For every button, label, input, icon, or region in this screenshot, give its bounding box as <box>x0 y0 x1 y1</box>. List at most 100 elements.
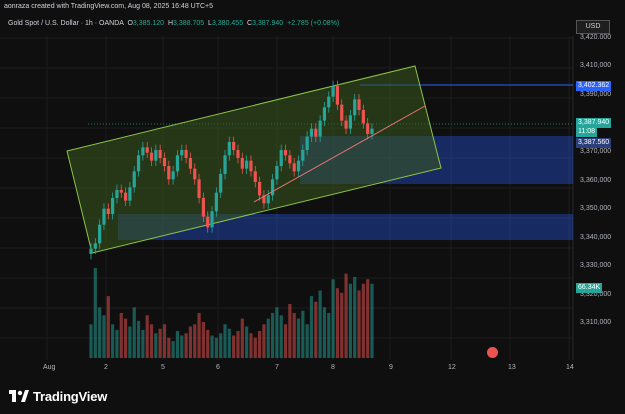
symbol-name[interactable]: Gold Spot / U.S. Dollar · 1h · OANDA <box>8 20 124 27</box>
tradingview-logo[interactable]: TradingView <box>9 389 107 404</box>
candle-body <box>119 190 123 193</box>
author-label: aonraza created with TradingView.com, Au… <box>4 3 214 10</box>
tradingview-logo-icon <box>9 389 29 404</box>
time-tick-label: Aug <box>43 364 56 371</box>
volume-bar <box>253 337 257 358</box>
time-tick-label: 2 <box>104 364 108 371</box>
volume-bar <box>266 318 270 358</box>
low-price-tag: 3,387.560 <box>576 138 612 148</box>
volume-bars <box>89 268 374 358</box>
volume-bar <box>322 307 327 358</box>
candle-body <box>206 216 210 228</box>
time-tick-label: 6 <box>216 364 220 371</box>
volume-bar <box>197 313 201 358</box>
candle-body <box>158 150 162 158</box>
price-tick-label: 3,360,000 <box>580 176 612 184</box>
symbol-header: Gold Spot / U.S. Dollar · 1h · OANDA O3,… <box>0 16 625 34</box>
volume-bar <box>171 341 175 358</box>
candle-body <box>219 174 223 193</box>
volume-bar <box>132 307 136 358</box>
volume-bar <box>262 324 266 358</box>
candle-body <box>214 192 218 212</box>
volume-bar <box>175 331 180 358</box>
candle-body <box>357 99 361 110</box>
volume-bar <box>240 318 244 358</box>
change-value: +2.785 (+0.08%) <box>287 20 340 27</box>
candle-body <box>270 179 275 196</box>
volume-bar <box>340 292 344 358</box>
candle-body <box>184 150 188 158</box>
volume-bar <box>275 307 279 358</box>
volume-bar <box>301 310 305 358</box>
volume-bar <box>223 324 227 358</box>
volume-bar <box>258 331 262 358</box>
open-value: 3,385.120 <box>132 20 165 27</box>
volume-bar <box>279 315 283 358</box>
volume-bar <box>123 318 128 358</box>
candle-body <box>236 150 240 158</box>
candle-body <box>253 171 257 182</box>
volume-bar <box>245 326 249 358</box>
candle-body <box>305 136 309 150</box>
price-tick-label: 3,350,000 <box>580 205 612 212</box>
volume-bar <box>288 304 292 358</box>
volume-bar <box>193 324 197 358</box>
volume-bar <box>305 324 309 358</box>
price-tick-label: 3,390,000 <box>580 91 612 98</box>
candle-body <box>314 128 318 137</box>
volume-bar <box>370 283 374 358</box>
candle-body <box>223 155 227 174</box>
volume-bar <box>283 324 288 358</box>
candle-body <box>145 147 149 153</box>
candle-body <box>292 163 296 172</box>
candle-body <box>136 155 141 172</box>
candle-body <box>240 158 244 169</box>
volume-bar <box>236 331 240 358</box>
candle-body <box>366 123 370 134</box>
candle-body <box>275 166 279 180</box>
candle-body <box>193 168 197 180</box>
candle-body <box>106 208 110 214</box>
candle-body <box>197 179 201 198</box>
time-tick-label: 13 <box>508 364 516 371</box>
currency-button[interactable]: USD <box>576 20 610 34</box>
high-price-tag: 3,402.362 <box>576 81 612 91</box>
volume-bar <box>128 326 132 358</box>
price-chart[interactable] <box>0 0 625 414</box>
volume-bar <box>119 313 123 358</box>
low-value: 3,380.455 <box>211 20 244 27</box>
volume-bar <box>314 301 318 358</box>
candle-body <box>93 243 97 249</box>
price-tick-label: 3,410,000 <box>580 62 612 69</box>
time-tick-label: 14 <box>566 364 574 371</box>
volume-bar <box>344 273 348 358</box>
scroll-to-realtime-icon[interactable] <box>487 347 498 358</box>
volume-bar <box>93 268 97 358</box>
candle-body <box>188 158 193 169</box>
time-tick-label: 5 <box>161 364 165 371</box>
candle-body <box>340 104 344 121</box>
volume-bar <box>335 288 340 358</box>
time-tick-label: 7 <box>275 364 279 371</box>
top-info-bar: aonraza created with TradingView.com, Au… <box>0 0 625 14</box>
volume-bar <box>366 279 370 358</box>
volume-bar <box>327 313 331 358</box>
candle-body <box>361 110 365 124</box>
volume-bar <box>361 283 365 358</box>
volume-bar <box>210 335 214 358</box>
price-tick-label: 3,370,000 <box>580 148 612 155</box>
candle-body <box>266 195 270 204</box>
volume-bar <box>357 290 361 358</box>
candle-body <box>309 128 314 137</box>
candle-body <box>288 155 292 164</box>
volume-bar <box>111 324 115 358</box>
candle-body <box>327 96 331 108</box>
candle-body <box>331 86 335 97</box>
candle-body <box>201 198 205 217</box>
candle-body <box>245 160 249 169</box>
volume-bar <box>353 277 357 358</box>
candle-body <box>149 152 154 161</box>
candle-body <box>318 120 322 137</box>
candle-body <box>296 160 301 172</box>
candle-body <box>115 190 119 198</box>
